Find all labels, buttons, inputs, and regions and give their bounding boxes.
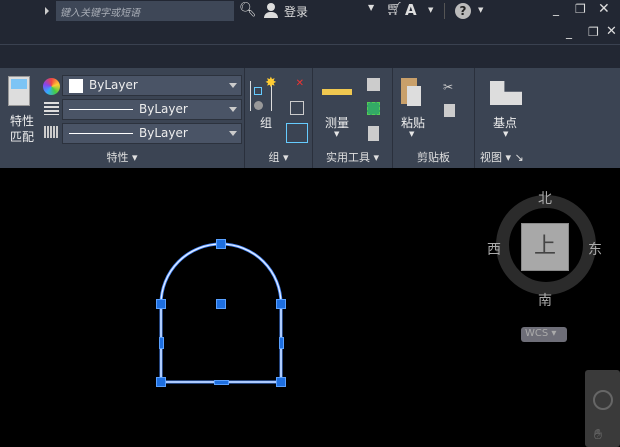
close-button[interactable]: ✕ bbox=[598, 1, 610, 17]
minimize-button[interactable]: _ bbox=[553, 2, 559, 16]
navigation-bar: ✋︎ bbox=[585, 370, 620, 447]
midpoint-grip[interactable] bbox=[159, 337, 164, 349]
doc-close-button[interactable]: ✕ bbox=[606, 24, 617, 39]
color-wheel-icon bbox=[43, 78, 60, 95]
login-button[interactable]: 登录 bbox=[284, 3, 308, 20]
ungroup-icon[interactable]: ✕ bbox=[290, 78, 304, 92]
selection-highlight bbox=[159, 242, 283, 384]
dropdown-icon[interactable]: ▼ bbox=[368, 3, 374, 12]
calculator-icon[interactable] bbox=[368, 126, 379, 141]
compass-east[interactable]: 东 bbox=[588, 239, 602, 259]
properties-panel: 特性 匹配 ByLayer ByLayer ByLayer 特性 ▾ bbox=[0, 68, 245, 168]
linetype-dropdown[interactable]: ByLayer bbox=[62, 123, 242, 144]
midpoint-grip[interactable] bbox=[279, 337, 284, 349]
compass-south[interactable]: 南 bbox=[538, 290, 552, 310]
expand-icon[interactable] bbox=[45, 7, 49, 15]
group-label[interactable]: 组 bbox=[260, 114, 272, 131]
ribbon: 特性 匹配 ByLayer ByLayer ByLayer 特性 ▾ ✸ 组 ✕… bbox=[0, 68, 620, 168]
midpoint-grip[interactable] bbox=[214, 380, 229, 385]
center-grip[interactable] bbox=[216, 299, 226, 309]
steering-wheel-icon[interactable] bbox=[593, 390, 613, 410]
measure-icon[interactable] bbox=[322, 89, 352, 95]
dropdown-icon[interactable]: ▼ bbox=[503, 130, 508, 138]
match-properties-label-2[interactable]: 匹配 bbox=[10, 128, 34, 145]
select-all-icon[interactable] bbox=[367, 102, 380, 115]
grip[interactable] bbox=[216, 239, 226, 249]
view-panel: 基点 ▼ 视图 ▾ ↘ bbox=[475, 68, 540, 168]
properties-panel-title[interactable]: 特性 ▾ bbox=[0, 149, 244, 165]
linetype-value: ByLayer bbox=[139, 126, 188, 140]
group-panel: ✸ 组 ✕ 组 ▾ bbox=[245, 68, 313, 168]
clipboard-panel-title[interactable]: 剪贴板 bbox=[393, 149, 474, 165]
utilities-panel: 测量 ▼ 实用工具 ▾ bbox=[313, 68, 393, 168]
measure-label[interactable]: 测量 bbox=[325, 114, 349, 131]
basepoint-label[interactable]: 基点 bbox=[493, 114, 517, 131]
grip[interactable] bbox=[156, 299, 166, 309]
lineweight-dropdown[interactable]: ByLayer bbox=[62, 99, 242, 120]
copy-icon[interactable] bbox=[444, 104, 455, 117]
pan-icon[interactable]: ✋︎ bbox=[594, 427, 602, 443]
wcs-dropdown[interactable]: WCS ▾ bbox=[521, 327, 567, 342]
match-properties-label-1[interactable]: 特性 bbox=[10, 112, 34, 129]
group-panel-title[interactable]: 组 ▾ bbox=[245, 149, 312, 165]
divider bbox=[0, 44, 620, 45]
doc-restore-button[interactable]: ❐ bbox=[588, 25, 599, 39]
basepoint-icon[interactable] bbox=[490, 81, 522, 105]
autodesk-app-icon[interactable]: A bbox=[405, 1, 417, 19]
group-edit-icon[interactable] bbox=[290, 101, 304, 115]
help-icon[interactable]: ? bbox=[455, 3, 471, 19]
grip[interactable] bbox=[276, 299, 286, 309]
paste-label[interactable]: 粘贴 bbox=[401, 114, 425, 131]
compass-north[interactable]: 北 bbox=[538, 188, 552, 208]
grip[interactable] bbox=[156, 377, 166, 387]
user-icon bbox=[263, 3, 279, 19]
view-panel-title[interactable]: 视图 ▾ ↘ bbox=[475, 149, 540, 165]
sparkle-icon: ✸ bbox=[265, 75, 277, 91]
lineweight-value: ByLayer bbox=[139, 102, 188, 116]
search-icon[interactable]: 🔍︎ bbox=[239, 2, 257, 18]
viewcube-top-face[interactable]: 上 bbox=[521, 223, 569, 271]
dropdown-icon[interactable]: ▼ bbox=[478, 6, 483, 14]
restore-button[interactable]: ❐ bbox=[575, 2, 586, 16]
grip[interactable] bbox=[276, 377, 286, 387]
color-value: ByLayer bbox=[89, 78, 138, 92]
clipboard-panel: 粘贴 ▼ ✂ 剪贴板 bbox=[393, 68, 475, 168]
group-select-icon[interactable] bbox=[286, 123, 308, 143]
cart-icon[interactable]: 🛒︎ bbox=[386, 2, 403, 17]
color-dropdown[interactable]: ByLayer bbox=[62, 75, 242, 96]
quick-select-icon[interactable] bbox=[367, 78, 380, 91]
lineweight-icon bbox=[44, 102, 59, 115]
doc-minimize-button[interactable]: _ bbox=[566, 25, 572, 39]
dropdown-icon[interactable]: ▼ bbox=[428, 6, 433, 14]
linetype-icon bbox=[44, 126, 59, 138]
paste-page-icon bbox=[407, 86, 421, 106]
dropdown-icon[interactable]: ▼ bbox=[334, 130, 339, 138]
divider bbox=[444, 3, 445, 19]
dropdown-icon[interactable]: ▼ bbox=[409, 130, 414, 138]
arch-shape[interactable] bbox=[160, 243, 282, 383]
match-properties-icon[interactable] bbox=[8, 76, 30, 106]
cut-icon[interactable]: ✂ bbox=[443, 80, 453, 94]
search-input[interactable]: 键入关键字或短语 bbox=[56, 1, 234, 21]
utilities-panel-title[interactable]: 实用工具 ▾ bbox=[313, 149, 392, 165]
compass-west[interactable]: 西 bbox=[487, 239, 501, 259]
